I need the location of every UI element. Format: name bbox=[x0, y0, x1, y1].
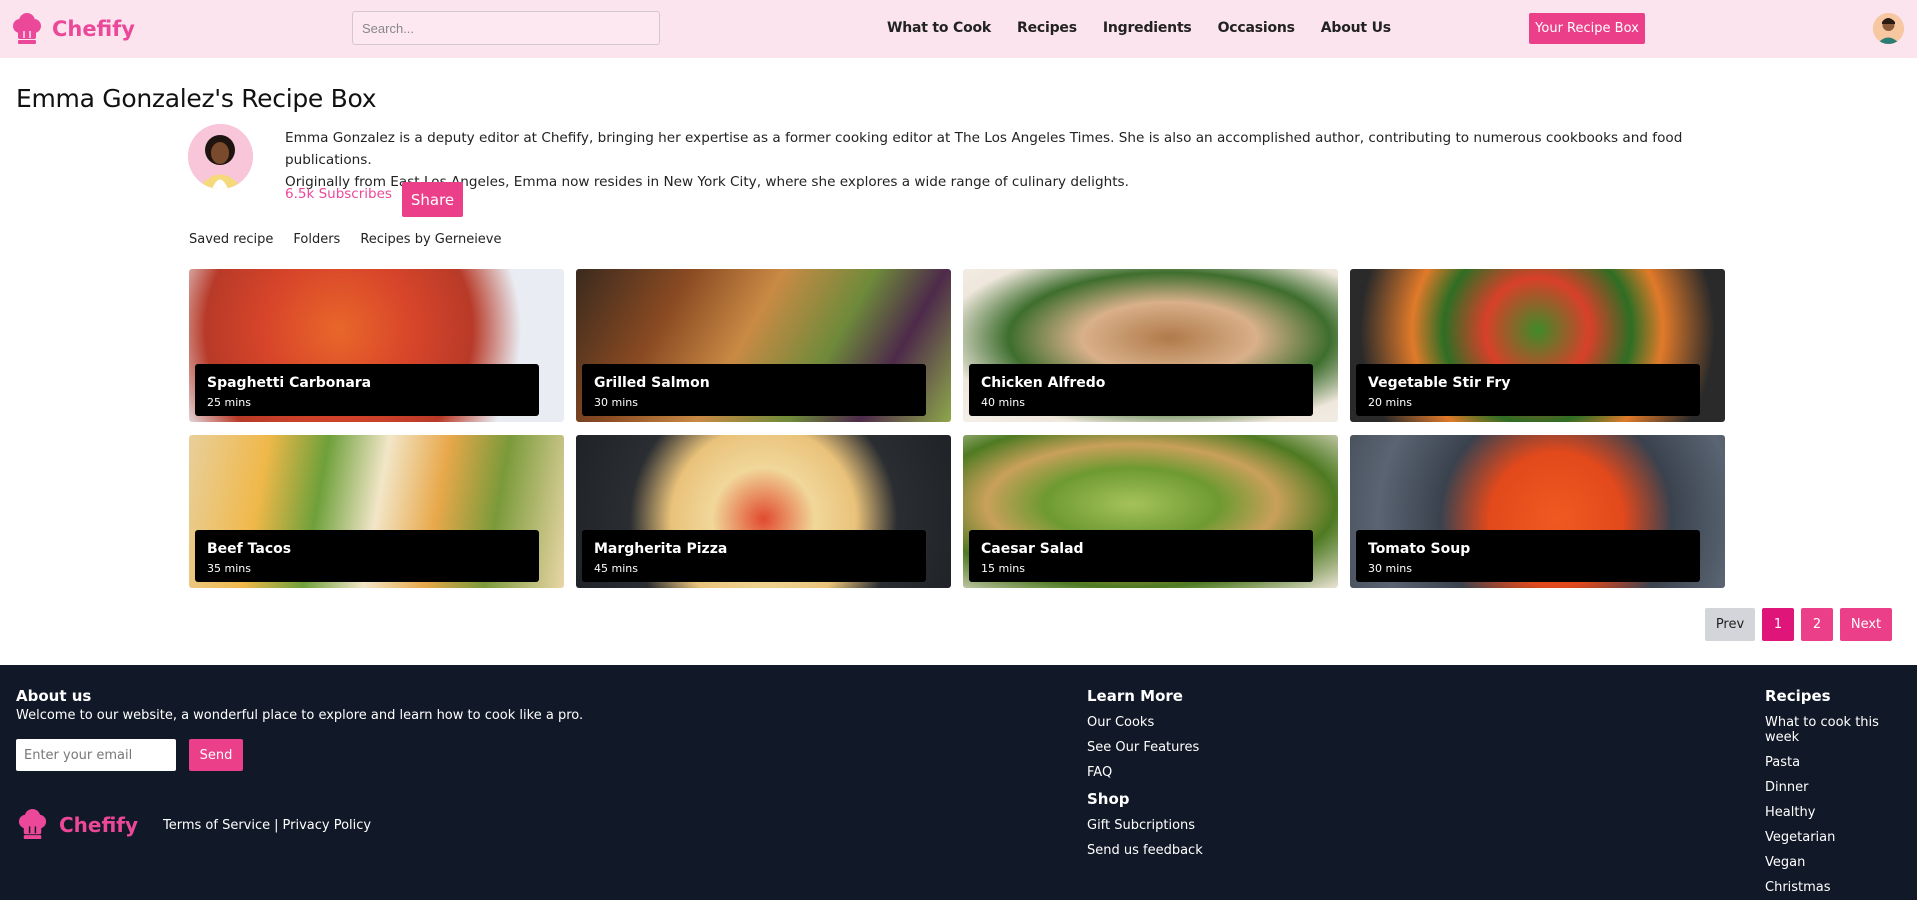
footer-link-pasta[interactable]: Pasta bbox=[1765, 755, 1917, 770]
nav-what-to-cook[interactable]: What to Cook bbox=[887, 20, 991, 36]
footer-link-gift[interactable]: Gift Subcriptions bbox=[1087, 818, 1203, 833]
recipe-name: Beef Tacos bbox=[207, 541, 292, 557]
page-2-button[interactable]: 2 bbox=[1801, 608, 1833, 641]
recipe-name: Spaghetti Carbonara bbox=[207, 375, 372, 391]
recipe-time: 45 mins bbox=[594, 562, 638, 575]
share-button[interactable]: Share bbox=[402, 182, 463, 217]
footer-logo[interactable]: Chefify bbox=[16, 808, 138, 841]
recipe-name: Vegetable Stir Fry bbox=[1368, 375, 1511, 391]
footer-link-vegan[interactable]: Vegan bbox=[1765, 855, 1917, 870]
footer-about: About us Welcome to our website, a wonde… bbox=[16, 687, 583, 723]
nav-recipes[interactable]: Recipes bbox=[1017, 20, 1077, 36]
recipe-info: Tomato Soup 30 mins bbox=[1356, 530, 1700, 582]
recipe-info: Beef Tacos 35 mins bbox=[195, 530, 539, 582]
nav-about-us[interactable]: About Us bbox=[1321, 20, 1391, 36]
recipe-card[interactable]: Vegetable Stir Fry 20 mins bbox=[1350, 269, 1725, 422]
logo-text: Chefify bbox=[52, 17, 135, 41]
chef-hat-icon bbox=[18, 808, 47, 840]
recipe-info: Margherita Pizza 45 mins bbox=[582, 530, 926, 582]
profile-bio: Emma Gonzalez is a deputy editor at Chef… bbox=[285, 127, 1705, 193]
footer-link-this-week[interactable]: What to cook this week bbox=[1765, 715, 1917, 745]
footer-link-christmas[interactable]: Christmas bbox=[1765, 880, 1917, 895]
bio-line-1: Emma Gonzalez is a deputy editor at Chef… bbox=[285, 130, 1683, 168]
recipe-card[interactable]: Caesar Salad 15 mins bbox=[963, 435, 1338, 588]
profile-avatar-image bbox=[188, 124, 253, 189]
footer-link-faq[interactable]: FAQ bbox=[1087, 765, 1203, 780]
logo[interactable]: Chefify bbox=[10, 12, 135, 46]
pagination: Prev 1 2 Next bbox=[1705, 608, 1892, 641]
recipe-card[interactable]: Spaghetti Carbonara 25 mins bbox=[189, 269, 564, 422]
footer-learn-more: Learn More Our Cooks See Our Features FA… bbox=[1087, 687, 1203, 858]
main-nav: What to Cook Recipes Ingredients Occasio… bbox=[887, 20, 1391, 36]
user-avatar-image bbox=[1873, 13, 1904, 44]
terms-link[interactable]: Terms of Service bbox=[163, 818, 270, 833]
tab-saved-recipe[interactable]: Saved recipe bbox=[189, 232, 273, 247]
email-field[interactable] bbox=[16, 739, 176, 771]
footer-about-title: About us bbox=[16, 687, 92, 705]
recipe-time: 25 mins bbox=[207, 396, 251, 409]
recipe-time: 30 mins bbox=[1368, 562, 1412, 575]
profile-avatar bbox=[188, 124, 253, 189]
footer-recipes: Recipes What to cook this week Pasta Din… bbox=[1765, 687, 1917, 895]
recipe-card[interactable]: Beef Tacos 35 mins bbox=[189, 435, 564, 588]
page-title: Emma Gonzalez's Recipe Box bbox=[16, 84, 377, 113]
tab-folders[interactable]: Folders bbox=[293, 232, 340, 247]
shop-title: Shop bbox=[1087, 790, 1130, 808]
recipe-time: 40 mins bbox=[981, 396, 1025, 409]
nav-ingredients[interactable]: Ingredients bbox=[1103, 20, 1192, 36]
footer-about-text: Welcome to our website, a wonderful plac… bbox=[16, 708, 584, 723]
recipe-tabs: Saved recipe Folders Recipes by Gerneiev… bbox=[189, 232, 502, 247]
recipe-name: Margherita Pizza bbox=[594, 541, 728, 557]
recipes-title: Recipes bbox=[1765, 687, 1831, 705]
top-header: Chefify What to Cook Recipes Ingredients… bbox=[0, 0, 1917, 58]
user-avatar[interactable] bbox=[1873, 13, 1904, 44]
page-1-button[interactable]: 1 bbox=[1762, 608, 1794, 641]
recipe-info: Spaghetti Carbonara 25 mins bbox=[195, 364, 539, 416]
your-recipe-box-button[interactable]: Your Recipe Box bbox=[1529, 13, 1645, 44]
learn-more-title: Learn More bbox=[1087, 687, 1183, 705]
recipe-name: Tomato Soup bbox=[1368, 541, 1471, 557]
tab-recipes-by[interactable]: Recipes by Gerneieve bbox=[360, 232, 501, 247]
recipe-name: Chicken Alfredo bbox=[981, 375, 1106, 391]
footer-link-dinner[interactable]: Dinner bbox=[1765, 780, 1917, 795]
recipe-info: Chicken Alfredo 40 mins bbox=[969, 364, 1313, 416]
footer-link-our-cooks[interactable]: Our Cooks bbox=[1087, 715, 1203, 730]
recipe-info: Grilled Salmon 30 mins bbox=[582, 364, 926, 416]
search-input[interactable] bbox=[352, 11, 660, 45]
recipe-time: 15 mins bbox=[981, 562, 1025, 575]
next-page-button[interactable]: Next bbox=[1840, 608, 1892, 641]
footer-link-healthy[interactable]: Healthy bbox=[1765, 805, 1917, 820]
recipe-name: Grilled Salmon bbox=[594, 375, 710, 391]
recipe-time: 35 mins bbox=[207, 562, 251, 575]
footer-logo-text: Chefify bbox=[59, 812, 139, 837]
privacy-link[interactable]: Privacy Policy bbox=[283, 818, 372, 833]
recipe-card[interactable]: Tomato Soup 30 mins bbox=[1350, 435, 1725, 588]
recipe-info: Vegetable Stir Fry 20 mins bbox=[1356, 364, 1700, 416]
legal-separator: | bbox=[274, 818, 279, 833]
footer-link-feedback[interactable]: Send us feedback bbox=[1087, 843, 1203, 858]
recipe-info: Caesar Salad 15 mins bbox=[969, 530, 1313, 582]
chef-hat-icon bbox=[13, 13, 41, 44]
send-button[interactable]: Send bbox=[189, 739, 243, 771]
recipe-name: Caesar Salad bbox=[981, 541, 1084, 557]
recipe-card[interactable]: Chicken Alfredo 40 mins bbox=[963, 269, 1338, 422]
recipe-time: 20 mins bbox=[1368, 396, 1412, 409]
footer: About us Welcome to our website, a wonde… bbox=[0, 665, 1917, 900]
footer-link-features[interactable]: See Our Features bbox=[1087, 740, 1203, 755]
recipe-card[interactable]: Margherita Pizza 45 mins bbox=[576, 435, 951, 588]
recipe-card[interactable]: Grilled Salmon 30 mins bbox=[576, 269, 951, 422]
prev-page-button[interactable]: Prev bbox=[1705, 608, 1755, 641]
footer-link-vegetarian[interactable]: Vegetarian bbox=[1765, 830, 1917, 845]
nav-occasions[interactable]: Occasions bbox=[1218, 20, 1295, 36]
subscribers-count: 6.5k Subscribes bbox=[285, 186, 392, 202]
recipe-time: 30 mins bbox=[594, 396, 638, 409]
footer-legal: Terms of Service | Privacy Policy bbox=[163, 818, 371, 833]
